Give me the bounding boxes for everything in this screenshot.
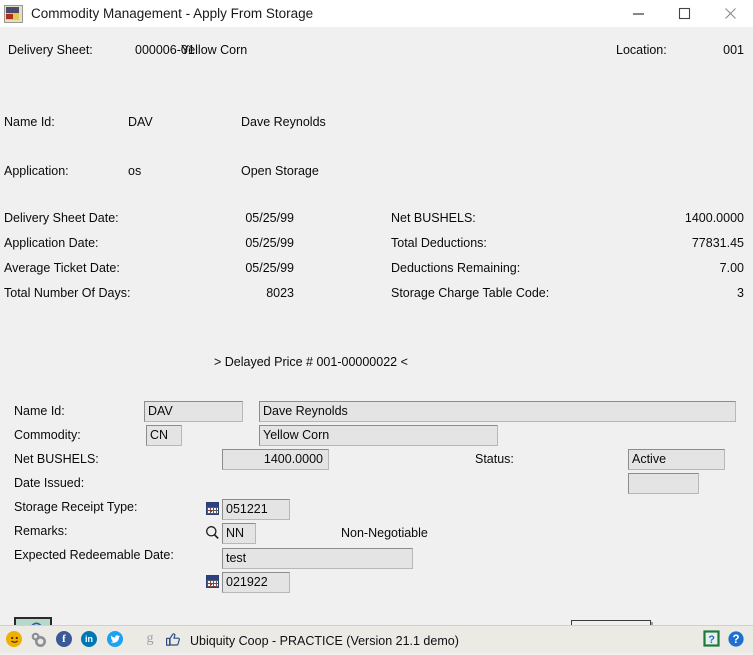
deductions-remaining-value: 7.00 xyxy=(719,261,744,275)
commodity-input[interactable]: CN xyxy=(146,425,182,446)
calendar-icon[interactable] xyxy=(206,575,219,588)
deductions-remaining-label: Deductions Remaining: xyxy=(391,261,521,275)
help-question-icon[interactable]: ? xyxy=(727,630,745,648)
window-controls xyxy=(615,0,753,27)
calendar-icon[interactable] xyxy=(206,502,219,515)
section-title: > Delayed Price # 001-00000022 < xyxy=(214,355,408,369)
total-deductions-value: 77831.45 xyxy=(691,236,744,250)
summary-name-id-label: Name Id: xyxy=(4,115,55,129)
storage-receipt-type-input[interactable]: NN xyxy=(222,523,256,544)
summary-application-code: os xyxy=(128,164,142,178)
thumbs-up-icon[interactable] xyxy=(165,631,181,647)
twitter-icon[interactable] xyxy=(107,631,123,647)
remarks-input[interactable]: test xyxy=(222,548,413,569)
commodity-description-input[interactable]: Yellow Corn xyxy=(259,425,498,446)
form-commodity-label: Commodity: xyxy=(14,428,81,442)
total-number-of-days-value: 8023 xyxy=(266,286,294,300)
storage-receipt-type-description: Non-Negotiable xyxy=(341,526,428,540)
average-ticket-date-value: 05/25/99 xyxy=(245,261,294,275)
form-remarks-label: Remarks: xyxy=(14,524,68,538)
summary-application-description: Open Storage xyxy=(241,164,319,178)
minimize-button[interactable] xyxy=(615,0,661,27)
form-storage-receipt-type-label: Storage Receipt Type: xyxy=(14,500,138,514)
application-date-value: 05/25/99 xyxy=(245,236,294,250)
application-date-label: Application Date: xyxy=(4,236,99,250)
form-net-bushels-label: Net BUSHELS: xyxy=(14,452,99,466)
total-deductions-label: Total Deductions: xyxy=(391,236,487,250)
google-glyph: g xyxy=(146,631,154,646)
linkedin-icon[interactable]: in xyxy=(81,631,97,647)
status-input[interactable]: Active xyxy=(628,449,725,470)
delivery-sheet-label: Delivery Sheet: xyxy=(8,43,93,57)
close-button[interactable] xyxy=(707,0,753,27)
window-title: Commodity Management - Apply From Storag… xyxy=(31,6,314,21)
storage-charge-table-code-label: Storage Charge Table Code: xyxy=(391,286,550,300)
name-description-input[interactable]: Dave Reynolds xyxy=(259,401,736,422)
summary-application-label: Application: xyxy=(4,164,69,178)
average-ticket-date-label: Average Ticket Date: xyxy=(4,261,120,275)
expected-redeemable-date-input[interactable]: 021922 xyxy=(222,572,290,593)
date-issued-input[interactable]: 051221 xyxy=(222,499,290,520)
net-bushels-summary-label: Net BUSHELS: xyxy=(391,211,476,225)
delivery-sheet-commodity: Yellow Corn xyxy=(181,43,248,57)
form-expected-redeemable-date-label: Expected Redeemable Date: xyxy=(14,548,174,562)
form-date-issued-label: Date Issued: xyxy=(14,476,85,490)
net-bushels-input[interactable]: 1400.0000 xyxy=(222,449,329,470)
linkedin-glyph: in xyxy=(85,634,93,644)
delivery-sheet-date-value: 05/25/99 xyxy=(245,211,294,225)
magnifier-icon[interactable] xyxy=(205,525,220,540)
window-titlebar: Commodity Management - Apply From Storag… xyxy=(0,0,753,27)
help-book-icon[interactable]: ? xyxy=(703,630,721,648)
storage-charge-table-code-value: 3 xyxy=(737,286,744,300)
total-number-of-days-label: Total Number Of Days: xyxy=(4,286,131,300)
form-name-id-label: Name Id: xyxy=(14,404,65,418)
status-bar-text: Ubiquity Coop - PRACTICE (Version 21.1 d… xyxy=(190,634,459,648)
facebook-glyph: f xyxy=(62,633,66,645)
commodity-app-icon xyxy=(4,4,23,23)
net-bushels-summary-value: 1400.0000 xyxy=(684,211,744,225)
facebook-icon[interactable]: f xyxy=(56,631,72,647)
svg-text:?: ? xyxy=(708,634,715,646)
delivery-sheet-date-label: Delivery Sheet Date: xyxy=(4,211,119,225)
dialog-client-area: Delivery Sheet: 000006-01 Yellow Corn Lo… xyxy=(0,27,753,652)
smiley-icon[interactable] xyxy=(6,631,22,647)
gears-icon[interactable] xyxy=(30,631,46,647)
status-extra-input[interactable] xyxy=(628,473,699,494)
location-value: 001 xyxy=(723,43,744,57)
summary-name-id-code: DAV xyxy=(128,115,153,129)
form-status-label: Status: xyxy=(475,452,514,466)
location-label: Location: xyxy=(616,43,667,57)
summary-name-id-description: Dave Reynolds xyxy=(241,115,326,129)
svg-text:?: ? xyxy=(732,634,739,646)
maximize-button[interactable] xyxy=(661,0,707,27)
name-id-input[interactable]: DAV xyxy=(144,401,243,422)
google-icon[interactable]: g xyxy=(142,631,158,647)
